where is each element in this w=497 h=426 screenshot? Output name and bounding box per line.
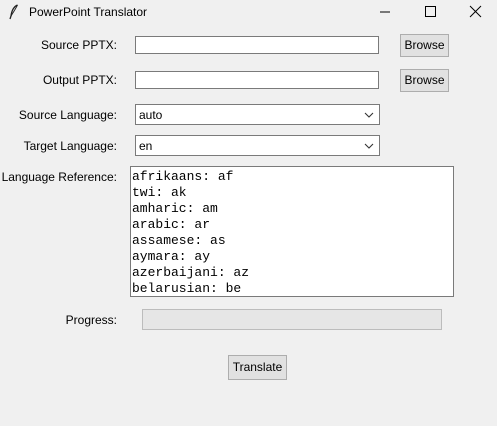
chevron-down-icon — [364, 143, 374, 149]
progress-label: Progress: — [65, 313, 117, 327]
output-pptx-input[interactable] — [135, 71, 379, 89]
chevron-down-icon — [364, 112, 374, 118]
maximize-icon — [425, 6, 436, 17]
list-item[interactable]: arabic: ar — [132, 217, 453, 233]
feather-icon — [8, 4, 20, 20]
window-title: PowerPoint Translator — [29, 5, 148, 19]
minimize-icon — [380, 11, 390, 13]
title-bar[interactable]: PowerPoint Translator — [0, 0, 497, 24]
target-language-select[interactable]: en — [135, 135, 380, 156]
list-item[interactable]: amharic: am — [132, 201, 453, 217]
list-item[interactable]: belarusian: be — [132, 281, 453, 296]
source-pptx-label: Source PPTX: — [40, 38, 117, 52]
list-item[interactable]: afrikaans: af — [132, 169, 453, 185]
target-language-label: Target Language: — [23, 139, 117, 153]
source-language-label: Source Language: — [18, 108, 117, 122]
output-browse-button[interactable]: Browse — [400, 69, 449, 92]
list-item[interactable]: aymara: ay — [132, 249, 453, 265]
source-language-select[interactable]: auto — [135, 104, 380, 125]
close-button[interactable] — [453, 0, 497, 24]
translate-button[interactable]: Translate — [228, 355, 287, 380]
language-reference-list[interactable]: afrikaans: af twi: ak amharic: am arabic… — [130, 166, 454, 297]
list-item[interactable]: twi: ak — [132, 185, 453, 201]
minimize-button[interactable] — [363, 0, 407, 24]
target-language-value: en — [139, 139, 153, 153]
source-language-value: auto — [139, 108, 163, 122]
language-reference-label: Language Reference: — [1, 170, 117, 184]
list-item[interactable]: azerbaijani: az — [132, 265, 453, 281]
close-icon — [469, 5, 482, 18]
source-browse-button[interactable]: Browse — [400, 34, 449, 57]
list-item[interactable]: assamese: as — [132, 233, 453, 249]
maximize-button[interactable] — [408, 0, 452, 24]
output-pptx-label: Output PPTX: — [42, 73, 117, 87]
source-pptx-input[interactable] — [135, 36, 379, 54]
progress-bar — [142, 309, 442, 330]
